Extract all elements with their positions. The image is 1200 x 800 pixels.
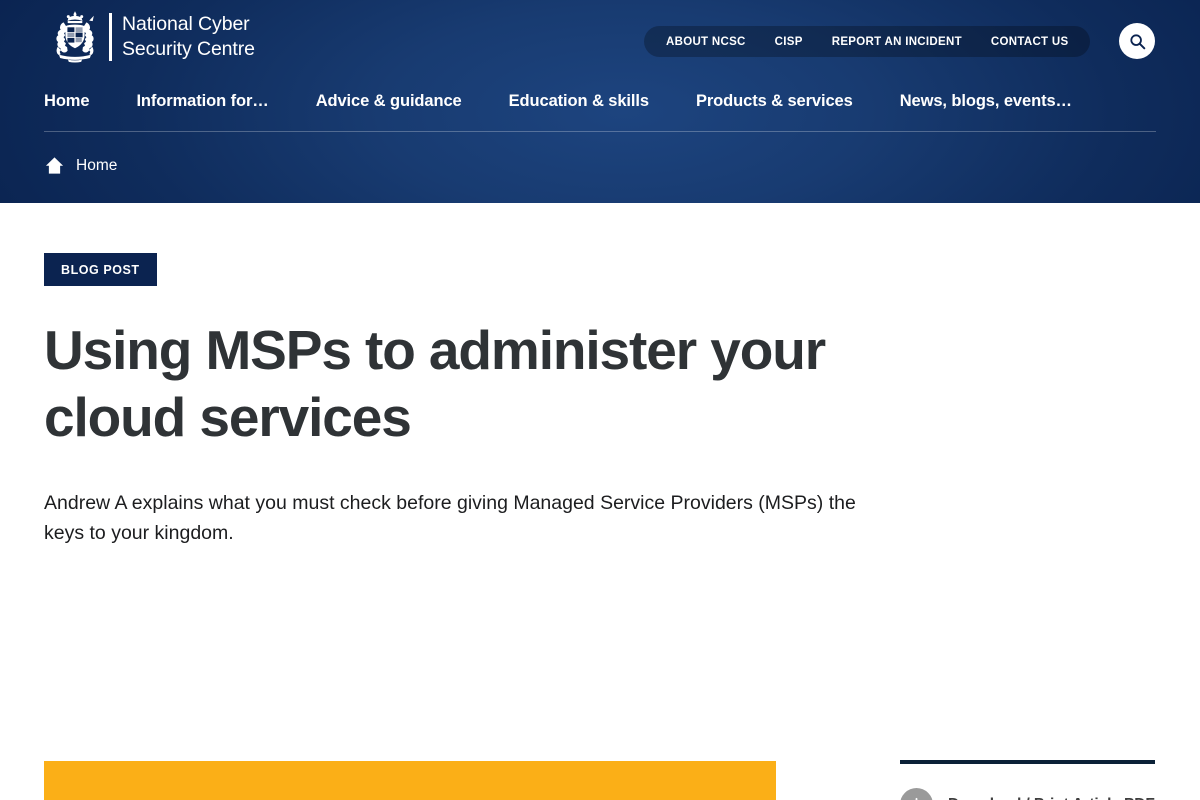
main-nav: Home Information for… Advice & guidance … <box>44 92 1072 111</box>
download-icon <box>900 788 933 800</box>
download-print-pdf-link[interactable]: Download / Print Article PDF <box>900 788 1156 800</box>
content-type-badge: BLOG POST <box>44 253 157 286</box>
logo-divider <box>109 13 112 61</box>
server-racks-and-clouds-graphic <box>44 761 776 800</box>
nav-item-education-and-skills[interactable]: Education & skills <box>509 92 649 111</box>
utility-nav-item-about-ncsc[interactable]: ABOUT NCSC <box>666 36 746 48</box>
page-title: Using MSPs to administer your cloud serv… <box>44 319 826 448</box>
utility-nav-item-contact-us[interactable]: CONTACT US <box>991 36 1069 48</box>
hero-illustration <box>44 761 776 800</box>
download-print-pdf-label: Download / Print Article PDF <box>948 796 1155 800</box>
utility-nav-item-report-an-incident[interactable]: REPORT AN INCIDENT <box>832 36 962 48</box>
logo-line-2: Security Centre <box>122 38 255 60</box>
article-sidebar: Download / Print Article PDF Share <box>900 760 1156 800</box>
nav-item-home[interactable]: Home <box>44 92 90 111</box>
nav-item-advice-and-guidance[interactable]: Advice & guidance <box>316 92 462 111</box>
search-icon <box>1129 33 1145 49</box>
page-body: BLOG POST Using MSPs to administer your … <box>0 203 1200 800</box>
breadcrumb: Home <box>44 155 117 176</box>
nav-item-information-for[interactable]: Information for… <box>136 92 268 111</box>
breadcrumb-item-home[interactable]: Home <box>76 157 117 175</box>
search-button[interactable] <box>1119 23 1155 59</box>
royal-coat-of-arms-icon <box>56 11 94 63</box>
logo-text: National Cyber Security Centre <box>122 12 255 62</box>
article-header: BLOG POST Using MSPs to administer your … <box>44 253 879 548</box>
site-logo[interactable]: National Cyber Security Centre <box>44 9 255 65</box>
home-icon <box>45 157 64 174</box>
sidebar-actions: Download / Print Article PDF Share <box>900 788 1156 800</box>
nav-item-products-and-services[interactable]: Products & services <box>696 92 853 111</box>
utility-nav: ABOUT NCSC CISP REPORT AN INCIDENT CONTA… <box>644 26 1091 57</box>
article-standfirst: Andrew A explains what you must check be… <box>44 492 856 544</box>
site-header: National Cyber Security Centre ABOUT NCS… <box>0 0 1200 203</box>
nav-divider <box>44 131 1156 132</box>
logo-line-1: National Cyber <box>122 13 250 35</box>
nav-item-news-blogs-events[interactable]: News, blogs, events… <box>900 92 1072 111</box>
utility-nav-item-cisp[interactable]: CISP <box>775 36 803 48</box>
sidebar-top-rule <box>900 760 1155 764</box>
